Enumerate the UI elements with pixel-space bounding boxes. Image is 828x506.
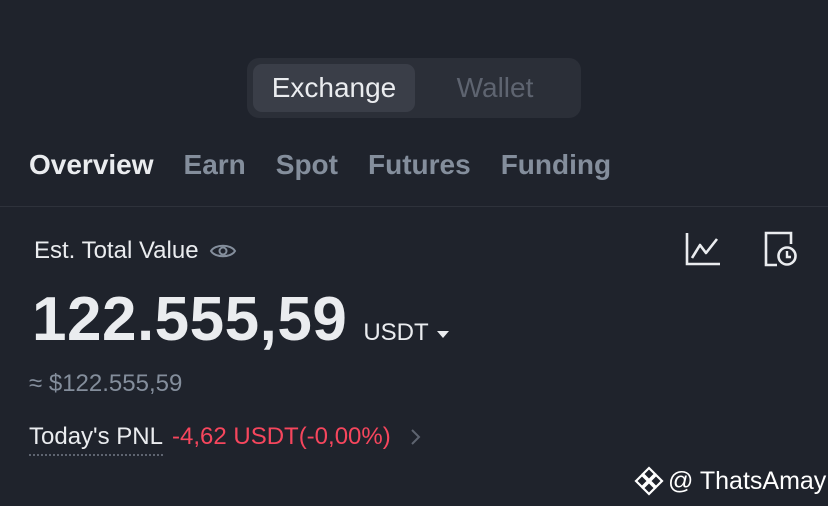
est-total-value-row: Est. Total Value: [34, 234, 237, 268]
assets-overview-screen: Exchange Wallet Overview Earn Spot Futur…: [0, 0, 828, 506]
tab-spot[interactable]: Spot: [276, 145, 338, 185]
todays-pnl-row[interactable]: Today's PNL -4,62 USDT(-0,00%): [29, 421, 421, 457]
currency-label: USDT: [363, 319, 429, 346]
chevron-right-icon[interactable]: [409, 428, 421, 446]
est-total-value-label: Est. Total Value: [34, 237, 199, 264]
exchange-toggle-button[interactable]: Exchange: [253, 64, 415, 112]
todays-pnl-label[interactable]: Today's PNL: [29, 423, 163, 456]
tab-earn[interactable]: Earn: [184, 145, 246, 185]
binance-logo-icon: [634, 466, 664, 496]
line-chart-icon[interactable]: [684, 231, 722, 267]
wallet-toggle-button[interactable]: Wallet: [415, 64, 575, 112]
watermark-text: @ ThatsAmay: [668, 466, 827, 495]
todays-pnl-value: -4,62 USDT(-0,00%): [171, 422, 391, 450]
tab-funding[interactable]: Funding: [501, 145, 611, 185]
balance-row: 122.555,59 USDT: [32, 284, 449, 356]
approx-fiat-value: ≈ $122.555,59: [29, 370, 183, 397]
watermark: @ ThatsAmay: [634, 464, 826, 498]
asset-tabs: Overview Earn Spot Futures Funding: [29, 145, 641, 185]
history-icon[interactable]: [763, 230, 799, 268]
account-type-toggle: Exchange Wallet: [247, 58, 581, 118]
tab-overview[interactable]: Overview: [29, 145, 154, 185]
tab-futures[interactable]: Futures: [368, 145, 471, 185]
caret-down-icon: [436, 330, 449, 338]
total-balance-value: 122.555,59: [32, 285, 348, 354]
tabs-divider: [0, 206, 828, 207]
eye-icon[interactable]: [209, 241, 237, 261]
currency-selector[interactable]: USDT: [363, 319, 449, 347]
